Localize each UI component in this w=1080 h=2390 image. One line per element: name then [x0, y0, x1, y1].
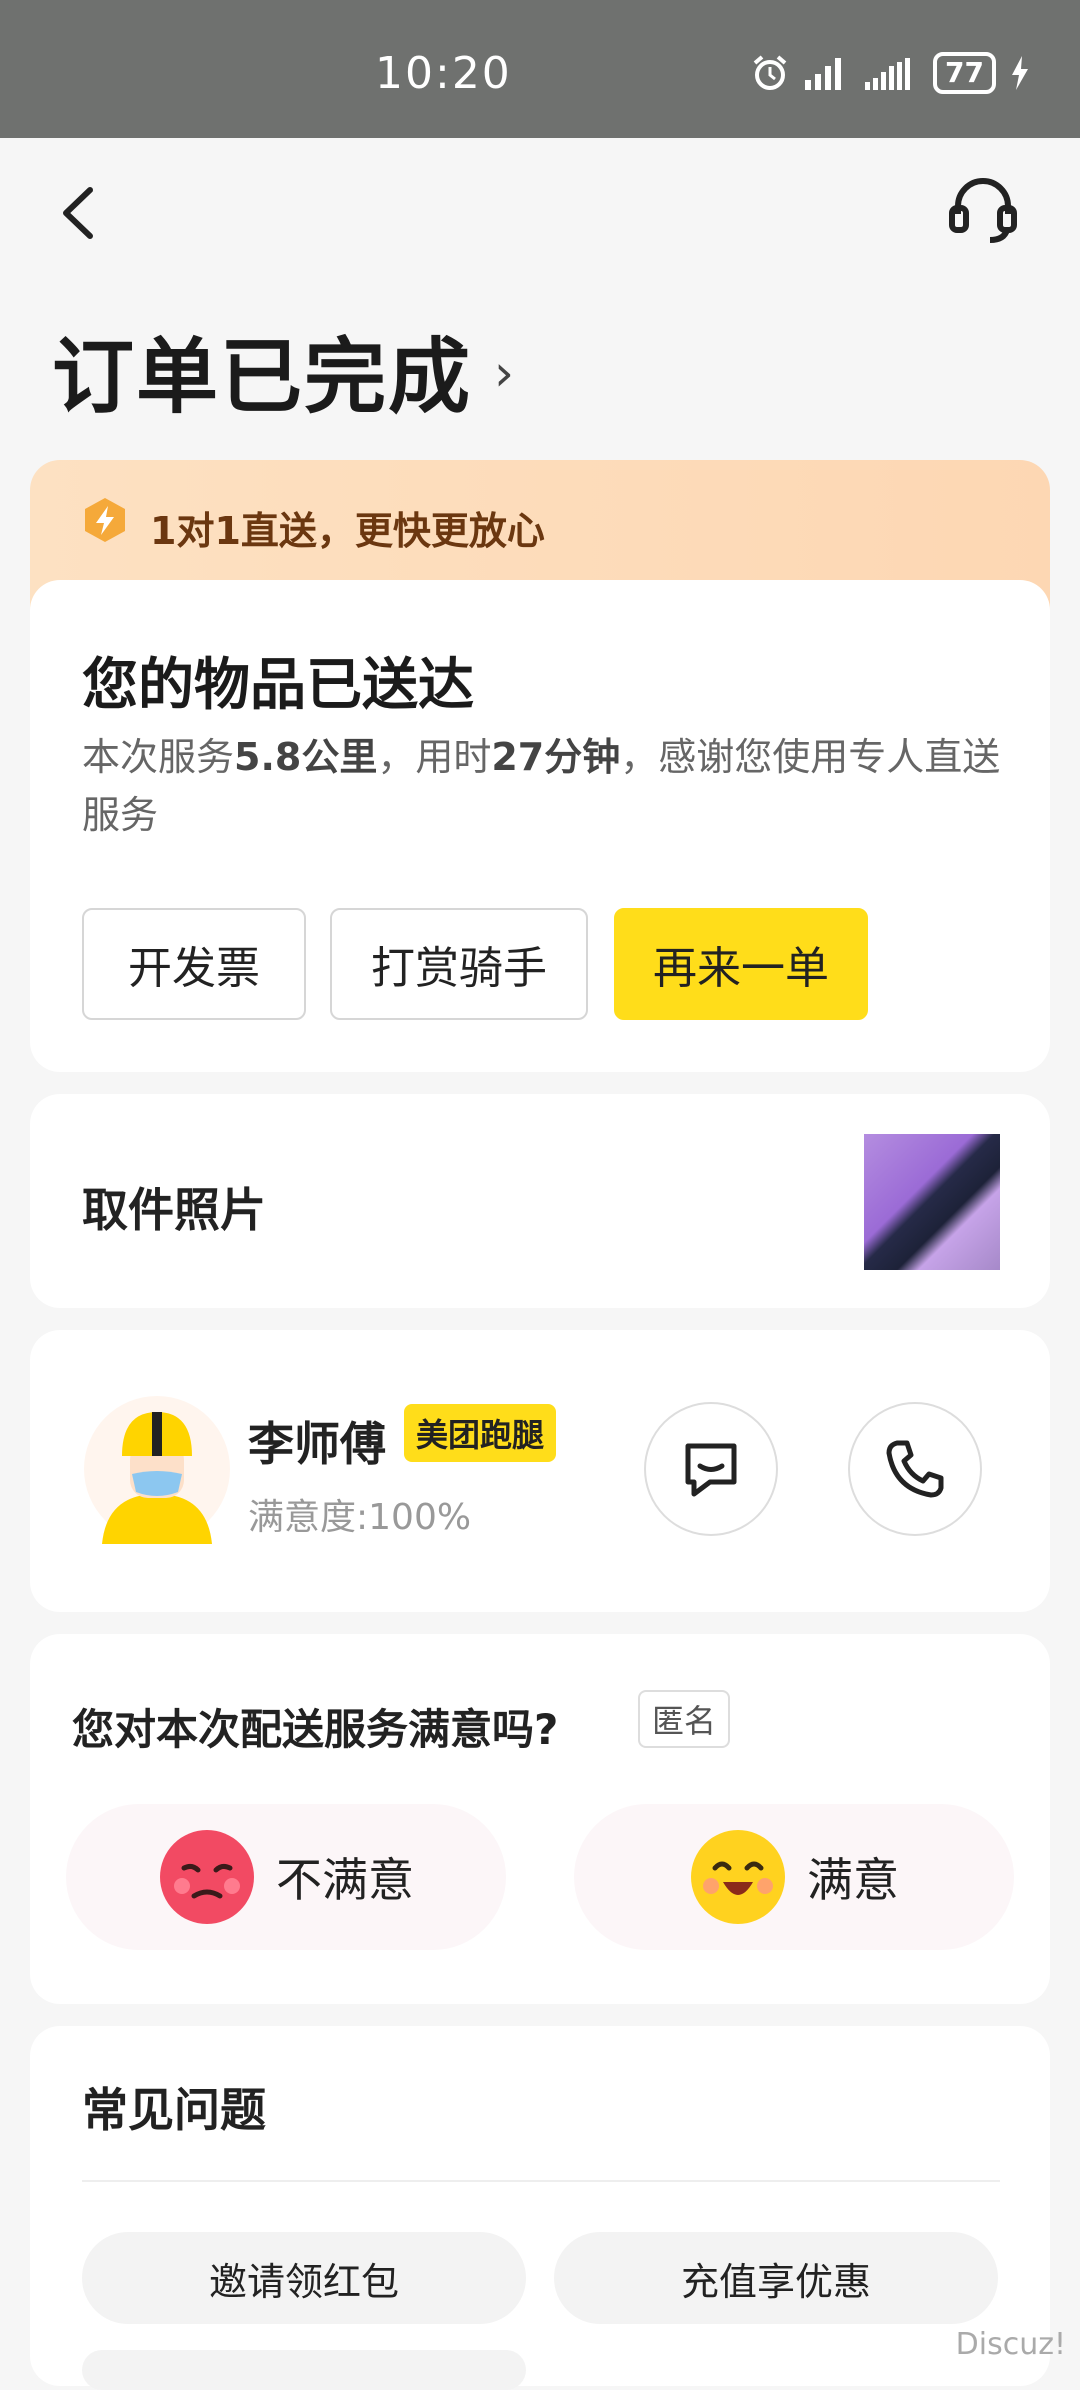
delivery-distance: 5.8公里 — [234, 735, 378, 779]
happy-face-icon — [691, 1830, 785, 1924]
unsatisfied-button[interactable]: 不满意 — [66, 1804, 506, 1950]
alarm-icon — [753, 55, 787, 90]
customer-service-headset-icon[interactable] — [946, 174, 1020, 248]
faq-divider — [82, 2180, 1000, 2182]
message-rider-button[interactable] — [644, 1402, 778, 1536]
unhappy-face-icon — [160, 1830, 254, 1924]
rider-name: 李师傅 — [248, 1417, 386, 1471]
faq-title: 常见问题 — [82, 2083, 266, 2137]
unsatisfied-label: 不满意 — [276, 1853, 414, 1907]
rider-card: 李师傅 美团跑腿 满意度:100% — [30, 1330, 1050, 1612]
call-rider-button[interactable] — [848, 1402, 982, 1536]
desc-prefix: 本次服务 — [82, 735, 235, 779]
faq-chip-recharge-discount[interactable]: 充值享优惠 — [554, 2232, 998, 2324]
battery-indicator: 77 — [933, 52, 996, 94]
status-bar: 10:20 77 — [0, 0, 1080, 138]
faq-card: 常见问题 邀请领红包 充值享优惠 — [30, 2026, 1050, 2390]
chat-icon — [685, 1443, 737, 1497]
delivered-description: 本次服务5.8公里，用时27分钟，感谢您使用专人直送服务 — [82, 728, 1002, 844]
chevron-right-icon: › — [494, 343, 515, 402]
back-arrow-icon[interactable] — [50, 178, 110, 248]
nav-bar — [0, 138, 1080, 288]
satisfied-button[interactable]: 满意 — [574, 1804, 1014, 1950]
signal-2-icon — [865, 58, 911, 90]
reorder-button[interactable]: 再来一单 — [614, 908, 868, 1020]
satisfied-label: 满意 — [807, 1853, 899, 1907]
faq-chip-partial[interactable] — [82, 2350, 526, 2390]
page-title: 订单已完成 — [52, 330, 473, 425]
anonymous-tag: 匿名 — [638, 1690, 731, 1748]
delivered-title: 您的物品已送达 — [82, 653, 474, 718]
satisfaction-card: 您对本次配送服务满意吗? 匿名 不满意 满意 — [30, 1634, 1050, 2004]
charging-icon — [1012, 56, 1028, 90]
invoice-button[interactable]: 开发票 — [82, 908, 306, 1020]
satisfaction-question: 您对本次配送服务满意吗? — [72, 1705, 559, 1754]
pickup-photo-thumbnail[interactable] — [864, 1134, 1000, 1270]
phone-icon — [886, 1440, 944, 1498]
rider-satisfaction-rate: 满意度:100% — [248, 1497, 472, 1538]
banner-text: 1对1直送，更快更放心 — [150, 509, 545, 553]
desc-mid: ，用时 — [377, 735, 492, 779]
tip-rider-button[interactable]: 打赏骑手 — [330, 908, 588, 1020]
rider-avatar — [84, 1396, 230, 1544]
status-time: 10:20 — [375, 48, 512, 99]
signal-icon — [805, 58, 842, 90]
order-status-title-row[interactable]: 订单已完成 › — [52, 310, 514, 429]
delivery-duration: 27分钟 — [491, 735, 621, 779]
pickup-photo-label: 取件照片 — [82, 1183, 266, 1237]
watermark: Discuz! — [955, 2327, 1066, 2362]
pickup-photo-card[interactable]: 取件照片 — [30, 1094, 1050, 1308]
delivered-card: 您的物品已送达 本次服务5.8公里，用时27分钟，感谢您使用专人直送服务 开发票… — [30, 580, 1050, 1072]
status-icons: 77 — [751, 52, 1030, 94]
faq-chip-invite-red-packet[interactable]: 邀请领红包 — [82, 2232, 526, 2324]
meituan-errand-badge: 美团跑腿 — [404, 1404, 557, 1462]
lightning-icon — [85, 498, 125, 542]
